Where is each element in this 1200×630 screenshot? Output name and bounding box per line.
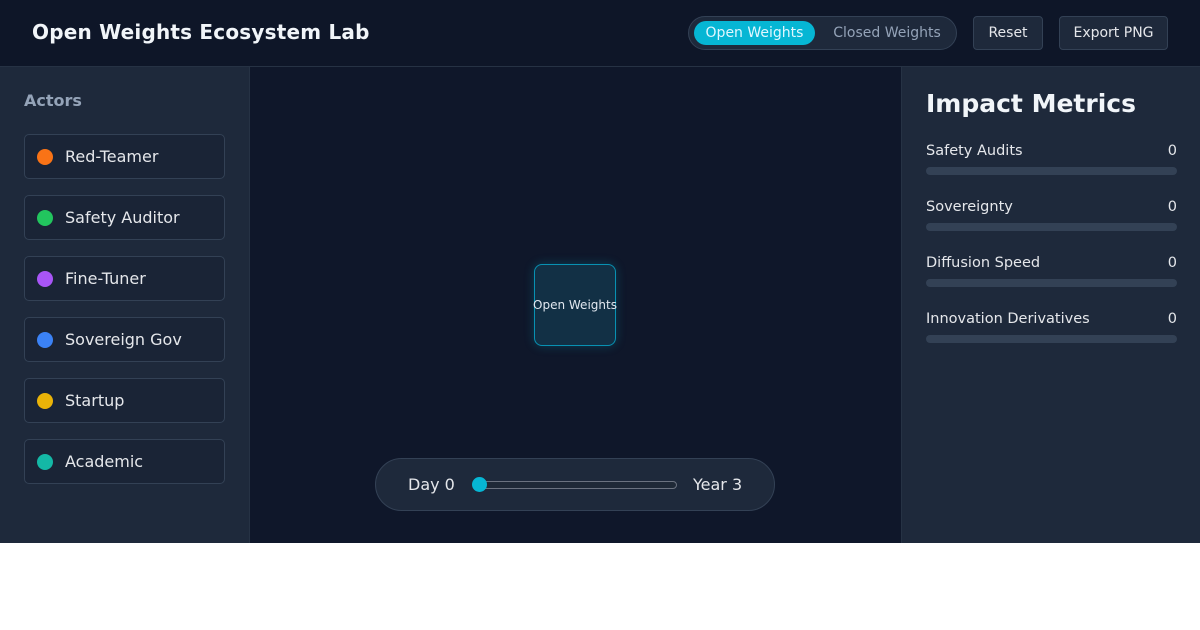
metric-label: Diffusion Speed [926, 255, 1041, 271]
actor-color-dot [37, 271, 53, 287]
reset-button[interactable]: Reset [973, 16, 1043, 50]
metric-sovereignty: Sovereignty 0 [926, 199, 1177, 239]
metric-label: Sovereignty [926, 199, 1013, 215]
header-bar: Open Weights Ecosystem Lab Open Weights … [0, 0, 1200, 67]
metric-label: Safety Audits [926, 143, 1023, 159]
timeline-slider-thumb[interactable] [472, 477, 487, 492]
actor-academic[interactable]: Academic [24, 439, 225, 484]
actor-label: Safety Auditor [65, 208, 180, 227]
actor-color-dot [37, 332, 53, 348]
actor-label: Sovereign Gov [65, 330, 182, 349]
actor-color-dot [37, 149, 53, 165]
open-weights-node[interactable]: Open Weights [533, 264, 617, 346]
metric-value: 0 [1167, 199, 1177, 215]
export-png-button[interactable]: Export PNG [1059, 16, 1168, 50]
actor-startup[interactable]: Startup [24, 378, 225, 423]
impact-metrics-panel: Impact Metrics Safety Audits 0 Sovereign… [901, 67, 1200, 543]
actor-label: Red-Teamer [65, 147, 159, 166]
metric-diffusion-speed: Diffusion Speed 0 [926, 255, 1177, 295]
metric-bar [926, 223, 1177, 231]
metric-bar [926, 167, 1177, 175]
metric-value: 0 [1167, 311, 1177, 327]
timeline-control: Day 0 Year 3 [375, 458, 775, 511]
timeline-slider-track[interactable] [478, 481, 677, 489]
app-title: Open Weights Ecosystem Lab [32, 20, 370, 44]
ecosystem-canvas[interactable]: Open Weights Day 0 Year 3 [250, 67, 901, 543]
actor-safety-auditor[interactable]: Safety Auditor [24, 195, 225, 240]
metric-label: Innovation Derivatives [926, 311, 1090, 327]
closed-weights-toggle[interactable]: Closed Weights [823, 21, 951, 45]
actor-color-dot [37, 393, 53, 409]
metric-value: 0 [1167, 255, 1177, 271]
actor-sovereign-gov[interactable]: Sovereign Gov [24, 317, 225, 362]
actor-fine-tuner[interactable]: Fine-Tuner [24, 256, 225, 301]
actor-color-dot [37, 210, 53, 226]
mode-toggle: Open Weights Closed Weights [688, 16, 957, 50]
actor-red-teamer[interactable]: Red-Teamer [24, 134, 225, 179]
timeline-start-label: Day 0 [408, 475, 455, 494]
actor-label: Fine-Tuner [65, 269, 146, 288]
timeline-end-label: Year 3 [693, 475, 743, 494]
actor-label: Startup [65, 391, 125, 410]
metric-value: 0 [1167, 143, 1177, 159]
metric-bar [926, 279, 1177, 287]
sidebar-title: Actors [24, 91, 82, 110]
app-window: Open Weights Ecosystem Lab Open Weights … [0, 0, 1200, 543]
open-weights-toggle[interactable]: Open Weights [694, 21, 815, 45]
actors-sidebar: Actors Red-Teamer Safety Auditor Fine-Tu… [0, 67, 250, 543]
actor-label: Academic [65, 452, 144, 471]
metrics-title: Impact Metrics [926, 89, 1136, 118]
actor-color-dot [37, 454, 53, 470]
metric-safety-audits: Safety Audits 0 [926, 143, 1177, 183]
metric-innovation-derivatives: Innovation Derivatives 0 [926, 311, 1177, 351]
metric-bar [926, 335, 1177, 343]
